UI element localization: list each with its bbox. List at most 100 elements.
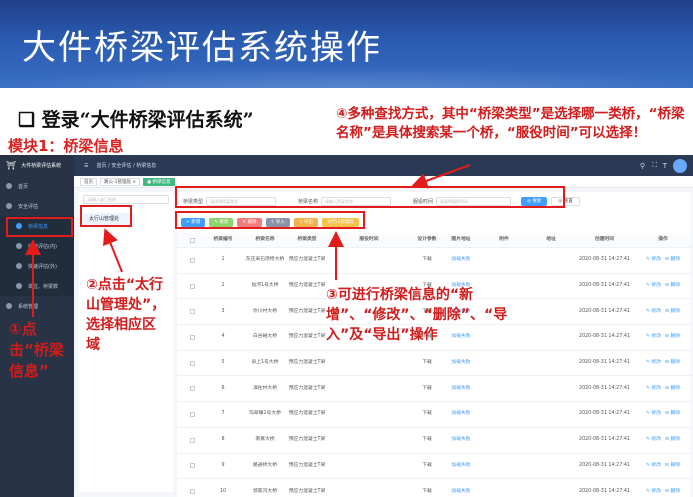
- sidebar-item-unit[interactable]: 单位、桥梁数: [0, 276, 74, 296]
- table-row[interactable]: 6 漳往村大桥 预应力混凝土T梁 下载 加载失败 2020-08-31 14:27:41 ✎…: [177, 376, 691, 403]
- col-type: 桥梁类型: [297, 237, 317, 242]
- row-edit-link[interactable]: ✎ 修改: [646, 309, 661, 315]
- cell-created: 2020-08-31 14:27:41: [579, 488, 630, 494]
- row-edit-link[interactable]: ✎ 修改: [646, 334, 661, 340]
- col-address: 地址: [546, 237, 556, 242]
- chart-icon: [16, 263, 22, 269]
- tag-office[interactable]: 路公-1管理处 ×: [100, 177, 141, 186]
- sidebar-item-home[interactable]: 首页: [0, 176, 74, 196]
- row-edit-link[interactable]: ✎ 修改: [646, 489, 661, 495]
- row-delete-link[interactable]: ⊟ 删除: [665, 489, 680, 495]
- row-delete-link[interactable]: ⊟ 删除: [665, 283, 680, 289]
- cell-params-download[interactable]: 下载: [410, 376, 444, 401]
- cell-image: 加载失败: [451, 257, 471, 263]
- cell-type: 预应力混凝土T梁: [288, 334, 326, 340]
- select-all-checkbox[interactable]: [187, 233, 197, 247]
- slide-subtitle: ❑ 登录“大件桥梁评估系统”: [18, 109, 254, 131]
- logo-icon: ⛩: [6, 161, 17, 170]
- row-edit-link[interactable]: ✎ 修改: [646, 257, 661, 263]
- cell-id: 7: [221, 411, 225, 417]
- cell-params-download[interactable]: 下载: [410, 248, 444, 273]
- row-delete-link[interactable]: ⊟ 删除: [665, 360, 680, 366]
- cell-created: 2020-08-31 14:27:41: [579, 308, 630, 314]
- avatar[interactable]: [673, 158, 687, 173]
- search-icon[interactable]: ⚲: [640, 162, 645, 170]
- menu-icon[interactable]: ☰: [84, 163, 88, 169]
- cell-id: 4: [221, 334, 225, 340]
- col-time: 服役时间: [359, 237, 379, 242]
- note-operations: ③可进行桥梁信息的“新增”、“修改”、“删除”、“导入”及“导出”操作: [326, 287, 508, 343]
- table-row[interactable]: 5 泉上1号大桥 预应力混凝土T梁 下载 加载失败 2020-08-31 14:27:41…: [177, 351, 691, 377]
- row-checkbox[interactable]: [187, 454, 197, 479]
- cell-id: 10: [219, 488, 227, 494]
- col-id: 桥梁编号: [213, 237, 233, 242]
- row-checkbox[interactable]: [187, 274, 197, 299]
- row-checkbox[interactable]: [187, 428, 197, 453]
- slide: { "slide_title": "大件桥梁评估系统操作", "subtitle…: [0, 0, 693, 497]
- row-edit-link[interactable]: ✎ 修改: [646, 360, 661, 366]
- cell-ops: ✎ 修改 ⊟ 删除: [637, 479, 689, 497]
- cell-params-download[interactable]: 下载: [410, 428, 444, 453]
- row-edit-link[interactable]: ✎ 修改: [646, 411, 661, 417]
- cell-image: 加载失败: [451, 411, 471, 417]
- row-checkbox[interactable]: [187, 351, 197, 376]
- cell-name: 白谷峪大桥: [253, 334, 277, 340]
- home-icon: [6, 183, 12, 189]
- sidebar-item-quick-out[interactable]: 快速评估(外): [0, 256, 74, 276]
- cell-ops: ✎ 修改 ⊟ 删除: [637, 402, 689, 427]
- cell-name: 路通桥大桥: [253, 462, 277, 468]
- table-row[interactable]: 9 路通桥大桥 预应力混凝土T梁 下载 加载失败 2020-08-31 14:27:41 ✎…: [177, 454, 691, 480]
- tag-bridge-info[interactable]: ● 桥梁信息: [143, 177, 175, 186]
- cell-type: 预应力混凝土T梁: [288, 308, 326, 314]
- dept-search-input[interactable]: 请输入部门名称: [83, 195, 169, 204]
- row-checkbox[interactable]: [187, 479, 197, 497]
- cell-ops: ✎ 修改 ⊟ 删除: [637, 351, 689, 376]
- cell-name: 玛翠嘴1号大桥: [249, 411, 281, 417]
- row-edit-link[interactable]: ✎ 修改: [646, 386, 661, 392]
- row-delete-link[interactable]: ⊟ 删除: [665, 411, 680, 417]
- row-delete-link[interactable]: ⊟ 删除: [665, 386, 680, 392]
- sidebar-item-safety[interactable]: 安全评估: [0, 196, 74, 216]
- slide-title: 大件桥梁评估系统操作: [22, 28, 382, 68]
- row-delete-link[interactable]: ⊟ 删除: [665, 463, 680, 469]
- row-edit-link[interactable]: ✎ 修改: [646, 437, 661, 443]
- cell-ops: ✎ 修改 ⊟ 删除: [637, 376, 689, 401]
- col-name: 桥梁名称: [255, 237, 275, 242]
- row-checkbox[interactable]: [187, 248, 197, 273]
- cell-ops: ✎ 修改 ⊟ 删除: [637, 274, 689, 299]
- cell-params-download[interactable]: 下载: [410, 479, 444, 497]
- table-row[interactable]: 7 玛翠嘴1号大桥 预应力混凝土T梁 下载 加载失败 2020-08-31 14:27:4…: [177, 402, 691, 428]
- row-checkbox[interactable]: [187, 376, 197, 401]
- fullscreen-icon[interactable]: ⛶: [652, 161, 657, 170]
- sidebar-item-quick-in[interactable]: 快速评估(内): [0, 236, 74, 256]
- highlight-bridge-info: [6, 217, 73, 237]
- table-row[interactable]: 10 郭家沟大桥 预应力混凝土T梁 下载 加载失败 2020-08-31 14:27:41…: [177, 479, 691, 497]
- bridge-table: 桥梁编号 桥梁名称 桥梁类型 服役时间 设计参数 图片地址 附件 地址 创建时间…: [177, 233, 691, 497]
- cell-type: 预应力混凝土T梁: [288, 411, 326, 417]
- cell-params-download[interactable]: 下载: [410, 454, 444, 479]
- cell-image: 加载失败: [451, 360, 471, 366]
- row-delete-link[interactable]: ⊟ 删除: [665, 309, 680, 315]
- table-row[interactable]: 1 东庄采石场特大桥 预应力混凝土T梁 下载 加载失败 2020-08-31 14:27:…: [177, 248, 691, 274]
- row-edit-link[interactable]: ✎ 修改: [646, 283, 661, 289]
- title-banner: 大件桥梁评估系统操作: [0, 0, 693, 88]
- font-size-icon[interactable]: T: [663, 162, 667, 170]
- cell-name: 南寨大桥: [255, 437, 275, 443]
- row-delete-link[interactable]: ⊟ 删除: [665, 334, 680, 340]
- table-row[interactable]: 8 南寨大桥 预应力混凝土T梁 下载 加载失败 2020-08-31 14:27:41 ✎ …: [177, 428, 691, 454]
- cell-name: 泉上1号大桥: [251, 360, 279, 366]
- note-click-office: ②点击“太行山管理处”，选择相应区域: [86, 277, 166, 353]
- row-edit-link[interactable]: ✎ 修改: [646, 463, 661, 469]
- row-delete-link[interactable]: ⊟ 删除: [665, 437, 680, 443]
- row-checkbox[interactable]: [187, 402, 197, 427]
- row-checkbox[interactable]: [187, 299, 197, 324]
- cell-ops: ✎ 修改 ⊟ 删除: [637, 299, 689, 324]
- tag-home[interactable]: 首页: [80, 177, 97, 186]
- row-checkbox[interactable]: [187, 325, 197, 350]
- top-nav: ☰ 首页 / 安全评估 / 桥梁信息 ⚲ ⛶ T: [74, 155, 693, 176]
- list-icon: [16, 283, 22, 289]
- cell-params-download[interactable]: 下载: [410, 402, 444, 427]
- row-delete-link[interactable]: ⊟ 删除: [665, 257, 680, 263]
- cell-params-download[interactable]: 下载: [410, 351, 444, 376]
- sidebar-item-system[interactable]: 系统管理: [0, 296, 74, 316]
